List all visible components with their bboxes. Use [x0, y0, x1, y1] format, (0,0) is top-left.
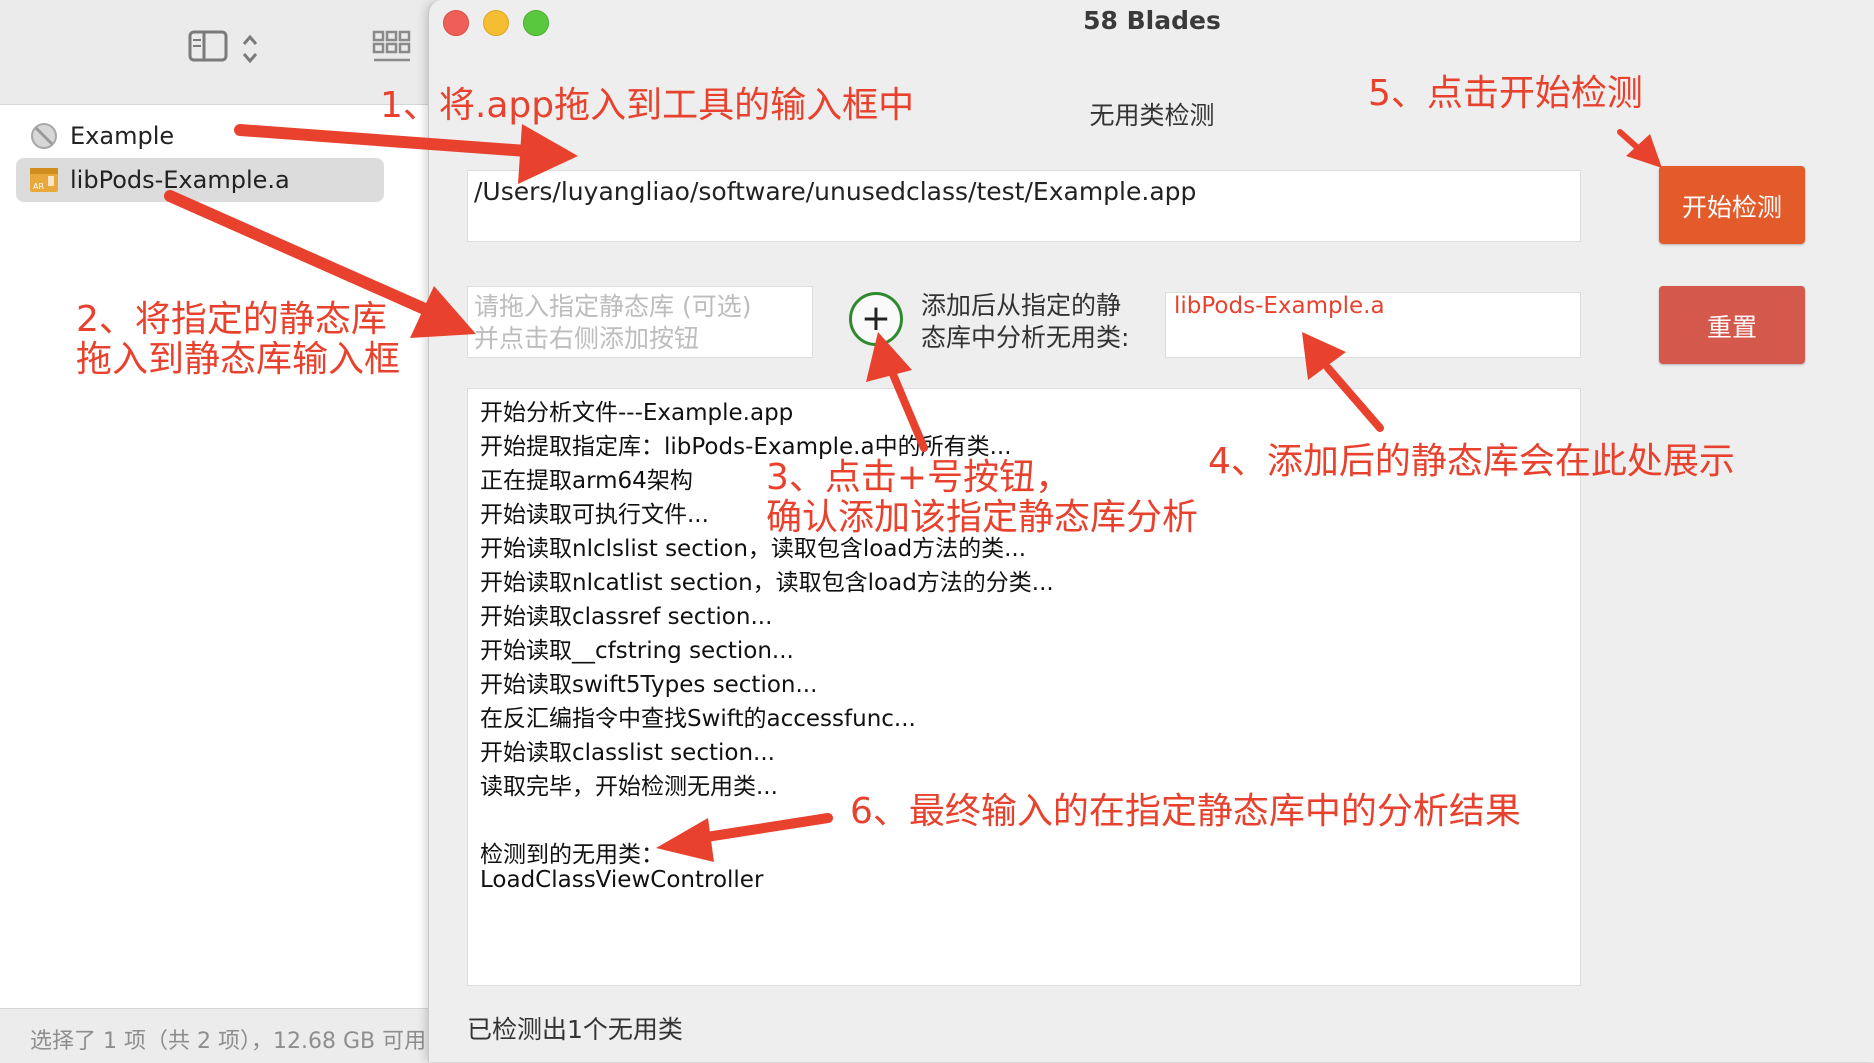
arrow-step2 [164, 190, 442, 320]
annotation-step3: 3、点击+号按钮， 确认添加该指定静态库分析 [766, 457, 1199, 538]
arrow-step4 [1324, 364, 1384, 432]
annotation-step1: 1、将.app拖入到工具的输入框中 [380, 85, 915, 126]
arrowhead-step4 [1302, 332, 1346, 380]
annotation-step4: 4、添加后的静态库会在此处展示 [1208, 441, 1735, 482]
arrowhead-step3 [866, 332, 912, 382]
annotation-step5: 5、点击开始检测 [1368, 73, 1643, 114]
arrow-step6 [695, 813, 833, 843]
arrowhead-step6 [656, 818, 714, 862]
arrow-step1 [234, 124, 546, 158]
arrow-step3 [888, 368, 928, 452]
annotation-step6: 6、最终输入的在指定静态库中的分析结果 [850, 791, 1521, 832]
annotation-step2: 2、将指定的静态库 拖入到静态库输入框 [76, 299, 401, 380]
arrowhead-step1 [518, 124, 578, 184]
